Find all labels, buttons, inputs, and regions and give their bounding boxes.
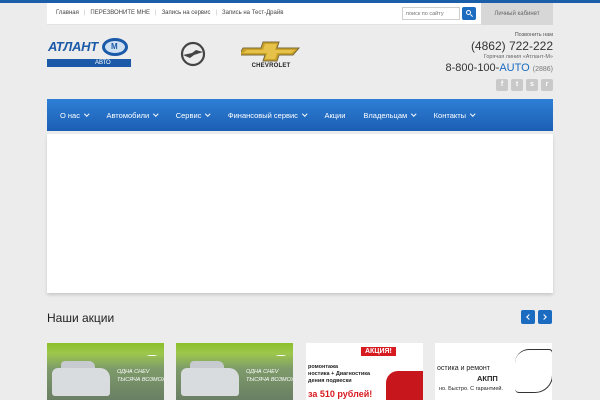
promos-next-button[interactable] (538, 310, 552, 324)
promos-title: Наши акции (47, 311, 115, 325)
top-bar: Главная | ПЕРЕЗВОНИТЕ МНЕ | Запись на се… (47, 3, 553, 25)
top-link-test-drive[interactable]: Запись на Тест-Драйв (222, 10, 283, 16)
chevrolet-bowtie-icon (238, 41, 301, 62)
search-button[interactable] (462, 7, 476, 20)
promo-text-line: ностика + Диагностика (308, 371, 371, 377)
nav-item-cars[interactable]: Автомобили (97, 99, 166, 131)
car-image-body (181, 368, 239, 396)
chevron-down-icon (153, 111, 159, 117)
chevron-down-icon (84, 111, 90, 117)
top-links: Главная | ПЕРЕЗВОНИТЕ МНЕ | Запись на се… (56, 10, 283, 16)
chevron-down-icon (302, 111, 308, 117)
nav-item-label: Финансовый сервис (227, 110, 298, 120)
promo-card[interactable]: АКЦИЯ! ромонтажа ностика + Диагностика д… (306, 343, 423, 400)
header-contacts: Позвонить нам (4862) 722-222 Горячая лин… (446, 32, 553, 74)
promo-card[interactable]: остика и ремонт АКПП но. Быстро. С гаран… (435, 343, 552, 400)
promo-tagline: но. Быстро. С гарантией. (439, 386, 504, 392)
promo-caption-line: ТЫСЯЧА ВОЗМОЖ (117, 377, 164, 383)
hotline-phone-prefix: 8-800-100- (445, 62, 500, 74)
rss-icon[interactable]: r (541, 79, 553, 91)
red-car-image (386, 371, 423, 400)
promo-cards: ОДНА CHEV ТЫСЯЧА ВОЗМОЖ ОДНА CHEV ТЫСЯЧА… (47, 343, 553, 400)
car-image-body (52, 368, 110, 396)
hotline-phone-auto: AUTO (499, 62, 530, 74)
car-sketch-image (515, 349, 552, 393)
chevron-down-icon (470, 111, 476, 117)
main-phone[interactable]: (4862) 722-222 (446, 39, 553, 53)
promo-price: за 510 рублей! (308, 389, 373, 399)
opel-logo-icon[interactable] (180, 41, 206, 67)
personal-cabinet-button[interactable]: Личный кабинет (481, 3, 553, 25)
search-input[interactable] (402, 7, 460, 20)
twitter-icon[interactable]: t (511, 79, 523, 91)
separator: | (215, 10, 218, 16)
chevron-right-icon (541, 314, 547, 320)
logo-ring-icon: М (102, 38, 128, 56)
top-link-service-booking[interactable]: Запись на сервис (162, 10, 211, 16)
nav-item-owners[interactable]: Владельцам (354, 99, 424, 131)
promo-caption: ОДНА CHEV ТЫСЯЧА ВОЗМОЖ (117, 368, 164, 384)
separator: | (155, 10, 157, 16)
hotline-label: Горячая линия «Атлант-М» (483, 54, 553, 60)
promo-caption-line: ОДНА CHEV (246, 369, 279, 375)
chevron-down-icon (205, 111, 211, 117)
promo-title-line: остика и ремонт (437, 365, 490, 372)
hotline-phone-code: (2886) (532, 66, 553, 73)
promo-card[interactable]: ОДНА CHEV ТЫСЯЧА ВОЗМОЖ (47, 343, 164, 400)
bird-icon (147, 355, 157, 357)
promos-header: Наши акции (47, 308, 553, 328)
main-nav: О нас Автомобили Сервис Финансовый серви… (47, 99, 553, 131)
chevron-left-icon (526, 314, 532, 320)
sale-badge: АКЦИЯ! (361, 347, 396, 356)
logo-letter: М (111, 42, 118, 51)
search-icon-handle (470, 14, 473, 18)
nav-item-contacts[interactable]: Контакты (425, 99, 484, 131)
promos-prev-button[interactable] (521, 310, 535, 324)
chevron-down-icon (411, 111, 417, 117)
banner-slider[interactable] (47, 134, 553, 293)
header: АТЛАНТ М АВТО CHEVROLET Позвонить нам (4… (47, 26, 553, 98)
promo-card[interactable]: ОДНА CHEV ТЫСЯЧА ВОЗМОЖ (176, 343, 293, 400)
promo-text-line: ромонтажа (308, 364, 339, 370)
separator: | (83, 10, 86, 16)
top-link-callback[interactable]: ПЕРЕЗВОНИТЕ МНЕ (90, 10, 150, 16)
site-logo[interactable]: АТЛАНТ М АВТО (47, 37, 131, 67)
nav-item-label: Акции (324, 110, 346, 120)
nav-item-promotions[interactable]: Акции (315, 99, 354, 131)
promo-text: ромонтажа ностика + Диагностика дения по… (308, 364, 370, 385)
nav-item-label: Владельцам (363, 110, 408, 120)
nav-item-label: Контакты (433, 110, 467, 120)
promo-title-line: АКПП (477, 374, 498, 383)
bird-icon (276, 355, 286, 357)
nav-item-service[interactable]: Сервис (167, 99, 219, 131)
top-link-home[interactable]: Главная (56, 10, 79, 16)
promo-caption-line: ОДНА CHEV (117, 369, 150, 375)
logo-text: АТЛАНТ (48, 39, 98, 54)
social-links: f t s r (496, 79, 553, 91)
facebook-icon[interactable]: f (496, 79, 508, 91)
nav-item-about[interactable]: О нас (51, 99, 97, 131)
hotline-phone[interactable]: 8-800-100-AUTO (2886) (446, 62, 553, 74)
nav-item-label: Автомобили (106, 110, 150, 120)
nav-item-finance[interactable]: Финансовый сервис (219, 99, 316, 131)
promo-caption: ОДНА CHEV ТЫСЯЧА ВОЗМОЖ (246, 368, 293, 384)
logo-subtitle: АВТО (47, 59, 131, 67)
promo-caption-line: ТЫСЯЧА ВОЗМОЖ (246, 377, 293, 383)
promo-text-line: дения подвески (308, 378, 352, 384)
nav-item-label: Сервис (175, 110, 202, 120)
skype-icon[interactable]: s (526, 79, 538, 91)
chevrolet-label: CHEVROLET (251, 63, 291, 69)
nav-item-label: О нас (60, 110, 80, 120)
call-us-label: Позвонить нам (514, 32, 553, 38)
chevrolet-logo[interactable]: CHEVROLET (238, 40, 301, 72)
